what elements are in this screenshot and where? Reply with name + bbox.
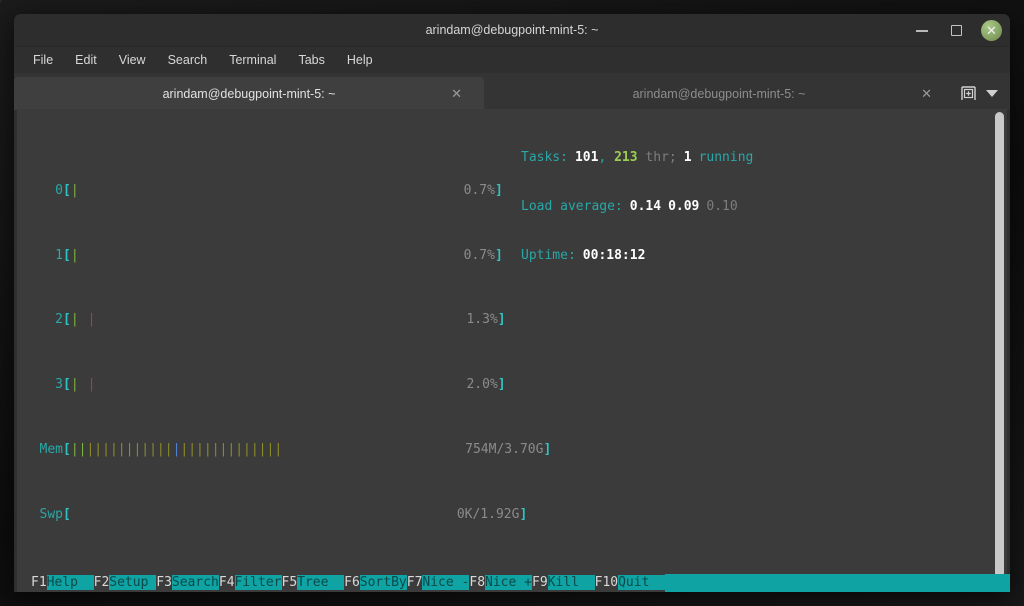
terminal-content[interactable]: 0[|0.7%] 1[|0.7%] 2[||1.3%] 3[||2.0%] Me… [17, 109, 1007, 592]
cpu-meter-3: 3[||2.0%] [31, 377, 1007, 393]
function-bar-filler [665, 574, 1010, 592]
menu-view[interactable]: View [110, 50, 155, 70]
fkey-f9-label[interactable]: Kill [548, 575, 595, 590]
fkey-f5-key: F5 [282, 575, 298, 590]
load-avg-15: 0.10 [699, 199, 737, 214]
cpu-meter-3-label: 3 [31, 377, 63, 393]
uptime-line: Uptime:00:18:12 [521, 248, 753, 264]
cpu-meter-1-percent: 0.7% [464, 248, 495, 263]
menu-file[interactable]: File [24, 50, 62, 70]
cpu-meter-3-percent: 2.0% [466, 377, 497, 392]
tab-bar: arindam@debugpoint-mint-5: ~ ✕ arindam@d… [14, 73, 1010, 110]
menu-help[interactable]: Help [338, 50, 382, 70]
load-average-label: Load average: [521, 199, 623, 214]
cpu-meter-1-label: 1 [31, 248, 63, 264]
htop-function-bar: F1Help F2Setup F3SearchF4FilterF5Tree F6… [17, 574, 1007, 592]
menu-edit[interactable]: Edit [66, 50, 106, 70]
swap-meter: Swp[0K/1.92G] [31, 507, 1007, 523]
window-title: arindam@debugpoint-mint-5: ~ [14, 14, 1010, 46]
menu-tabs[interactable]: Tabs [289, 50, 333, 70]
load-avg-5: 0.09 [661, 199, 699, 214]
chevron-down-icon[interactable] [986, 90, 998, 97]
htop-summary: Tasks:101, 213 thr;1running Load average… [521, 118, 753, 296]
cpu-meter-2-label: 2 [31, 312, 63, 328]
tasks-line: Tasks:101, 213 thr;1running [521, 150, 753, 166]
fkey-f8-key: F8 [469, 575, 485, 590]
memory-meter-value: 754M/3.70G [465, 442, 543, 457]
tasks-label: Tasks: [521, 150, 568, 165]
window-titlebar[interactable]: arindam@debugpoint-mint-5: ~ ✕ [14, 14, 1010, 47]
fkey-f1-key: F1 [31, 575, 47, 590]
window-controls: ✕ [913, 14, 1002, 46]
terminal-window: arindam@debugpoint-mint-5: ~ ✕ File Edit… [14, 14, 1010, 592]
fkey-f2-label[interactable]: Setup [109, 575, 156, 590]
swap-meter-label: Swp [31, 507, 63, 523]
uptime-value: 00:18:12 [576, 248, 646, 263]
menu-bar: File Edit View Search Terminal Tabs Help [14, 47, 1010, 73]
terminal-scrollbar[interactable] [995, 110, 1004, 592]
fkey-f4-label[interactable]: Filter [235, 575, 282, 590]
tab-close-icon[interactable]: ✕ [451, 86, 462, 102]
scrollbar-thumb[interactable] [995, 112, 1004, 582]
tab-terminal-1[interactable]: arindam@debugpoint-mint-5: ~ ✕ [14, 77, 484, 110]
fkey-f9-key: F9 [532, 575, 548, 590]
swap-meter-value: 0K/1.92G [457, 507, 520, 522]
fkey-f10-key: F10 [595, 575, 618, 590]
uptime-label: Uptime: [521, 248, 576, 263]
tasks-count: 101 [568, 150, 598, 165]
fkey-f2-key: F2 [94, 575, 110, 590]
memory-meter: Mem[|||||||||||||||||||||||||||754M/3.70… [31, 442, 1007, 458]
cpu-meter-0: 0[|0.7%] [31, 183, 1007, 199]
fkey-f7-label[interactable]: Nice - [422, 575, 469, 590]
thread-label: thr; [645, 150, 676, 165]
fkey-f8-label[interactable]: Nice + [485, 575, 532, 590]
menu-search[interactable]: Search [159, 50, 217, 70]
thread-count: 213 [614, 150, 637, 165]
fkey-f6-label[interactable]: SortBy [360, 575, 407, 590]
fkey-f5-label[interactable]: Tree [297, 575, 344, 590]
fkey-f6-key: F6 [344, 575, 360, 590]
cpu-meter-0-percent: 0.7% [464, 183, 495, 198]
load-avg-1: 0.14 [623, 199, 661, 214]
maximize-button[interactable] [947, 21, 965, 39]
close-button[interactable]: ✕ [981, 20, 1002, 41]
memory-meter-label: Mem [31, 442, 63, 458]
fkey-f4-key: F4 [219, 575, 235, 590]
fkey-f3-label[interactable]: Search [172, 575, 219, 590]
tab-close-icon[interactable]: ✕ [921, 86, 932, 102]
fkey-f7-key: F7 [407, 575, 423, 590]
tab-label: arindam@debugpoint-mint-5: ~ [633, 87, 806, 101]
menu-terminal[interactable]: Terminal [220, 50, 285, 70]
cpu-meter-1: 1[|0.7%] [31, 248, 1007, 264]
cpu-meter-2-percent: 1.3% [466, 312, 497, 327]
cpu-meter-0-label: 0 [31, 183, 63, 199]
cpu-meter-2: 2[||1.3%] [31, 312, 1007, 328]
running-count: 1 [677, 150, 692, 165]
tab-bar-actions [960, 77, 998, 110]
minimize-button[interactable] [913, 21, 931, 39]
fkey-f3-key: F3 [156, 575, 172, 590]
tab-label: arindam@debugpoint-mint-5: ~ [163, 87, 336, 101]
tab-terminal-2[interactable]: arindam@debugpoint-mint-5: ~ ✕ [484, 77, 954, 110]
running-label: running [692, 150, 754, 165]
new-tab-icon[interactable] [960, 86, 977, 101]
fkey-f10-label[interactable]: Quit [618, 575, 665, 590]
fkey-f1-label[interactable]: Help [47, 575, 94, 590]
load-average-line: Load average:0.140.090.10 [521, 199, 753, 215]
